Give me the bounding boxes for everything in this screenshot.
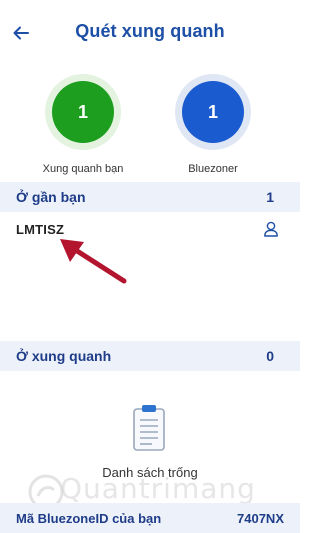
bluezone-id-value: 7407NX: [237, 510, 284, 526]
bluezoner-count: 1: [182, 81, 244, 143]
user-icon[interactable]: [262, 220, 280, 238]
around-section-count: 0: [266, 348, 274, 364]
around-section-label: Ở xung quanh: [16, 348, 112, 364]
around-section-header: Ở xung quanh 0: [0, 341, 300, 371]
header: Quét xung quanh: [0, 0, 300, 64]
near-section-count: 1: [266, 189, 274, 205]
bluezoner-count-ring: 1: [175, 74, 251, 150]
device-name: LMTISZ: [16, 221, 65, 237]
near-section-header: Ở gần bạn 1: [0, 182, 300, 212]
nearby-count: 1: [52, 81, 114, 143]
bluezone-id-label: Mã BluezoneID của bạn: [16, 510, 162, 526]
empty-list-text: Danh sách trống: [102, 465, 198, 480]
bluezoner-label: Bluezoner: [188, 163, 238, 175]
nearby-stat: 1 Xung quanh bạn: [28, 74, 138, 175]
page-title: Quét xung quanh: [75, 21, 225, 41]
annotation-arrow-icon: [60, 239, 127, 284]
nearby-count-ring: 1: [45, 74, 121, 150]
device-row[interactable]: LMTISZ: [0, 214, 300, 244]
bluezoner-stat: 1 Bluezoner: [158, 74, 268, 175]
bluezone-id-bar: Mã BluezoneID của bạn 7407NX: [0, 503, 300, 533]
near-section-label: Ở gần bạn: [16, 189, 86, 205]
clipboard-icon: [133, 405, 165, 451]
nearby-label: Xung quanh bạn: [42, 163, 124, 175]
